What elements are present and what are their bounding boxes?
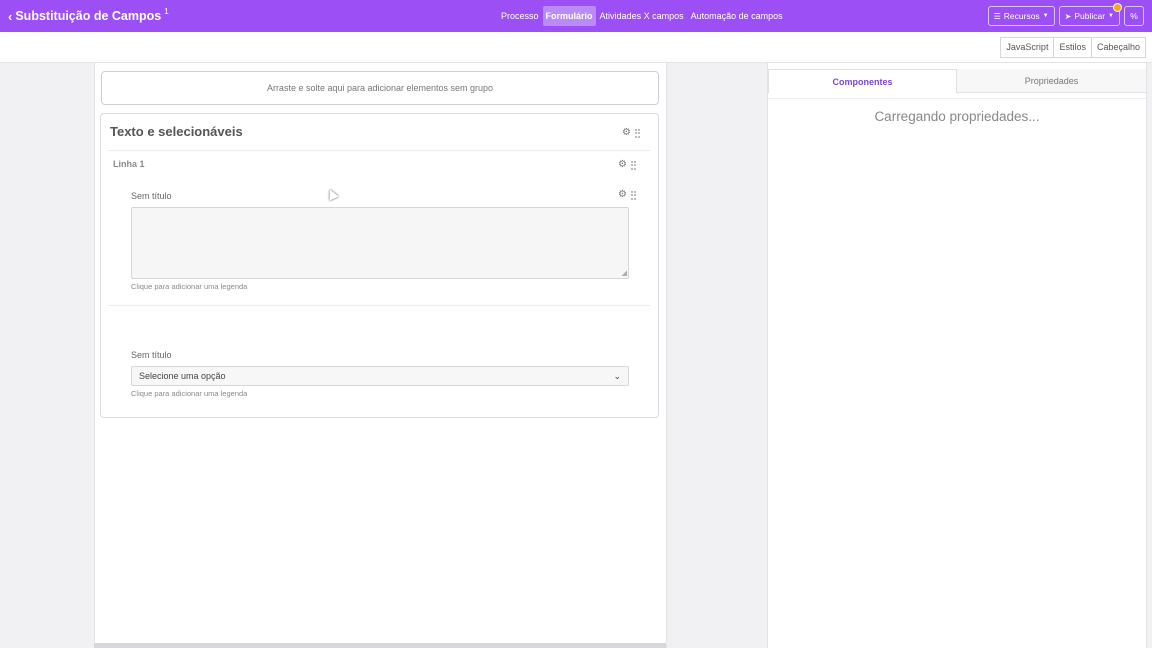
back-button[interactable]: ‹ Substituição de Campos 1 [8,6,169,24]
tab-estilos[interactable]: Estilos [1053,37,1092,58]
nav-automacao-campos[interactable]: Automação de campos [688,6,786,26]
divider [768,98,1146,99]
publicar-label: Publicar [1074,11,1106,21]
textarea-field[interactable]: ◢ [131,207,629,279]
drag-handle-icon[interactable] [630,160,637,170]
row-label: Linha 1 [113,159,145,169]
send-icon: ➤ [1064,11,1072,21]
notification-badge [1113,3,1122,12]
dropzone-text: Arraste e solte aqui para adicionar elem… [266,83,494,93]
nav-formulario[interactable]: Formulário [542,6,596,26]
chevron-left-icon: ‹ [8,8,13,24]
horizontal-scrollbar[interactable] [94,643,666,648]
caret-down-icon: ▼ [1042,13,1049,19]
settings-button[interactable]: % [1124,6,1144,26]
properties-panel [767,63,1147,648]
publicar-button[interactable]: ➤ Publicar ▼ [1058,3,1122,26]
chevron-down-icon: ⌄ [613,371,621,381]
percent-icon: % [1130,11,1138,21]
app-title: Substituição de Campos [15,9,162,23]
version-number: 1 [164,6,169,16]
field-label: Sem título [131,191,172,201]
select-field[interactable]: Selecione uma opção ⌄ [131,366,629,386]
field-tools: ⚙ [618,190,637,200]
gear-icon[interactable]: ⚙ [622,128,631,138]
field-legend[interactable]: Clique para adicionar uma legenda [131,282,247,291]
tab-javascript[interactable]: JavaScript [1000,37,1055,58]
main-nav: Processo Formulário Atividades X campos … [498,6,787,26]
nav-processo[interactable]: Processo [498,6,542,26]
loading-text: Carregando propriedades... [874,109,1040,124]
gear-icon[interactable]: ⚙ [618,160,627,170]
drag-handle-icon[interactable] [630,190,637,200]
sliders-icon: ☰ [993,11,1001,21]
divider [108,150,650,151]
ungrouped-dropzone[interactable]: Arraste e solte aqui para adicionar elem… [101,71,659,105]
vertical-scrollbar[interactable] [666,63,672,648]
select-value: Selecione uma opção [139,371,226,381]
tab-cabecalho[interactable]: Cabeçalho [1090,37,1146,58]
nav-atividades-campos[interactable]: Atividades X campos [597,6,687,26]
row-tools: ⚙ [618,160,637,170]
tab-componentes-label: Componentes [832,76,893,87]
tab-propriedades[interactable]: Propriedades [957,69,1146,93]
tab-componentes[interactable]: Componentes [768,69,957,93]
group-tools: ⚙ [622,128,641,138]
editor-tabs: JavaScript Estilos Cabeçalho [1000,37,1146,58]
divider [108,305,650,306]
group-title: Texto e selecionáveis [110,124,243,139]
sub-toolbar: JavaScript Estilos Cabeçalho [0,32,1152,63]
recursos-label: Recursos [1003,11,1040,21]
caret-down-icon: ▼ [1108,13,1114,19]
resize-handle-icon[interactable]: ◢ [622,270,627,277]
select-legend[interactable]: Clique para adicionar uma legenda [131,389,247,398]
header-actions: ☰ Recursos ▼ ➤ Publicar ▼ % [987,3,1144,26]
drag-handle-icon[interactable] [634,128,641,138]
select-label: Sem título [131,350,172,360]
top-bar: ‹ Substituição de Campos 1 Processo Form… [0,0,1152,32]
recursos-button[interactable]: ☰ Recursos ▼ [987,6,1055,26]
gear-icon[interactable]: ⚙ [618,190,627,200]
tab-propriedades-label: Propriedades [1024,75,1079,86]
